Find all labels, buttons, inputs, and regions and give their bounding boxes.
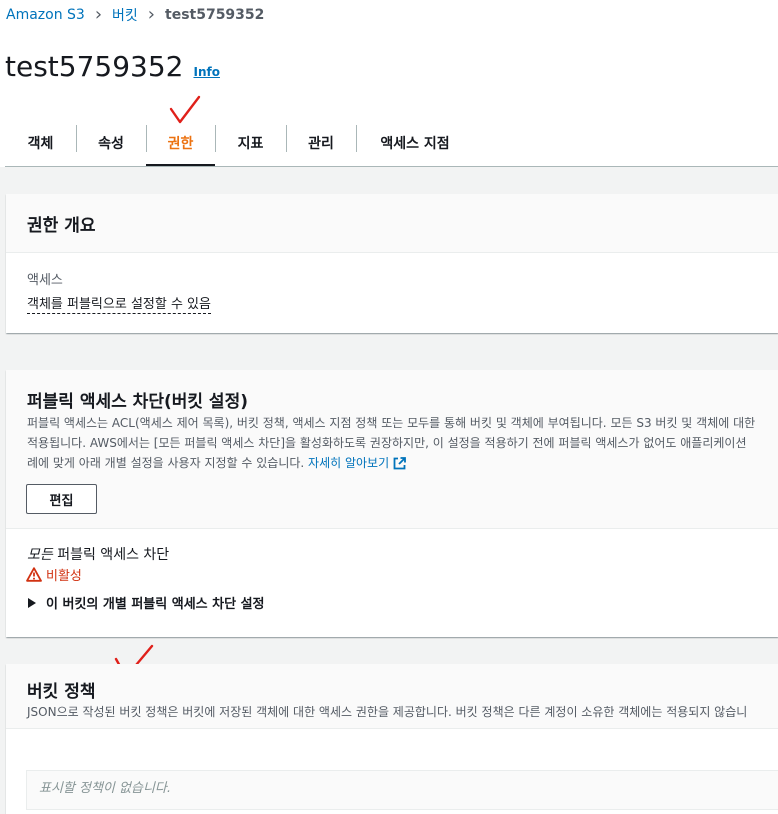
caret-right-icon <box>28 597 36 608</box>
tab-label: 속성 <box>98 136 124 152</box>
empty-policy-text: 표시할 정책이 없습니다. <box>39 781 171 796</box>
block-public-access-panel: 퍼블릭 액세스 차단(버킷 설정) 퍼블릭 액세스는 ACL(액세스 제어 목록… <box>6 370 778 637</box>
tab-access-points[interactable]: 액세스 지점 <box>356 120 474 166</box>
page-title-row: test5759352 Info <box>5 50 220 83</box>
bucket-policy-panel: 버킷 정책 JSON으로 작성된 버킷 정책은 버킷에 저장된 객체에 대한 액… <box>6 664 778 814</box>
panel-title: 권한 개요 <box>27 216 96 236</box>
panel-description: 퍼블릭 액세스는 ACL(액세스 제어 목록), 버킷 정책, 액세스 지점 정… <box>27 416 756 470</box>
panel-title: 퍼블릭 액세스 차단(버킷 설정) <box>27 392 248 412</box>
tab-label: 권한 <box>167 136 194 152</box>
status-badge: 비활성 <box>26 565 82 584</box>
access-label: 액세스 <box>27 273 63 288</box>
chevron-right-icon: › <box>94 4 103 25</box>
external-link-icon <box>393 457 407 470</box>
tab-label: 관리 <box>308 136 334 152</box>
panel-description: JSON으로 작성된 버킷 정책은 버킷에 저장된 객체에 대한 액세스 권한을… <box>27 705 748 719</box>
access-value[interactable]: 객체를 퍼블릭으로 설정할 수 있음 <box>27 293 211 314</box>
breadcrumb-amazon-s3[interactable]: Amazon S3 <box>6 7 85 23</box>
tab-objects[interactable]: 객체 <box>5 120 76 166</box>
tab-properties[interactable]: 속성 <box>76 120 146 166</box>
permissions-overview-panel: 권한 개요 액세스 객체를 퍼블릭으로 설정할 수 있음 <box>6 194 778 333</box>
breadcrumb-buckets[interactable]: 버킷 <box>112 5 138 25</box>
tab-permissions[interactable]: 권한 <box>146 120 215 167</box>
info-link[interactable]: Info <box>193 65 219 79</box>
learn-more-link[interactable]: 자세히 알아보기 <box>308 456 389 470</box>
edit-button[interactable]: 편집 <box>26 484 97 514</box>
tab-label: 액세스 지점 <box>380 136 450 152</box>
breadcrumb-current: test5759352 <box>165 7 265 23</box>
tab-metrics[interactable]: 지표 <box>215 120 286 166</box>
page-title: test5759352 <box>5 50 184 83</box>
breadcrumb: Amazon S3 › 버킷 › test5759352 <box>6 5 264 25</box>
tab-bar: 객체 속성 권한 지표 관리 액세스 지점 <box>5 120 474 167</box>
individual-settings-toggle[interactable]: 이 버킷의 개별 퍼블릭 액세스 차단 설정 <box>28 593 265 612</box>
block-all-heading: 모든 퍼블릭 액세스 차단 <box>27 547 170 563</box>
panel-header: 버킷 정책 JSON으로 작성된 버킷 정책은 버킷에 저장된 객체에 대한 액… <box>6 664 778 729</box>
chevron-right-icon: › <box>147 4 155 25</box>
panel-header: 권한 개요 <box>6 194 778 253</box>
tab-label: 객체 <box>27 136 54 152</box>
panel-header: 퍼블릭 액세스 차단(버킷 설정) 퍼블릭 액세스는 ACL(액세스 제어 목록… <box>6 370 778 529</box>
policy-editor[interactable]: 표시할 정책이 없습니다. <box>26 770 778 810</box>
panel-title: 버킷 정책 <box>27 682 96 702</box>
tab-label: 지표 <box>237 136 264 152</box>
tab-management[interactable]: 관리 <box>286 120 356 166</box>
tab-divider <box>5 166 778 167</box>
warning-icon <box>26 567 42 582</box>
